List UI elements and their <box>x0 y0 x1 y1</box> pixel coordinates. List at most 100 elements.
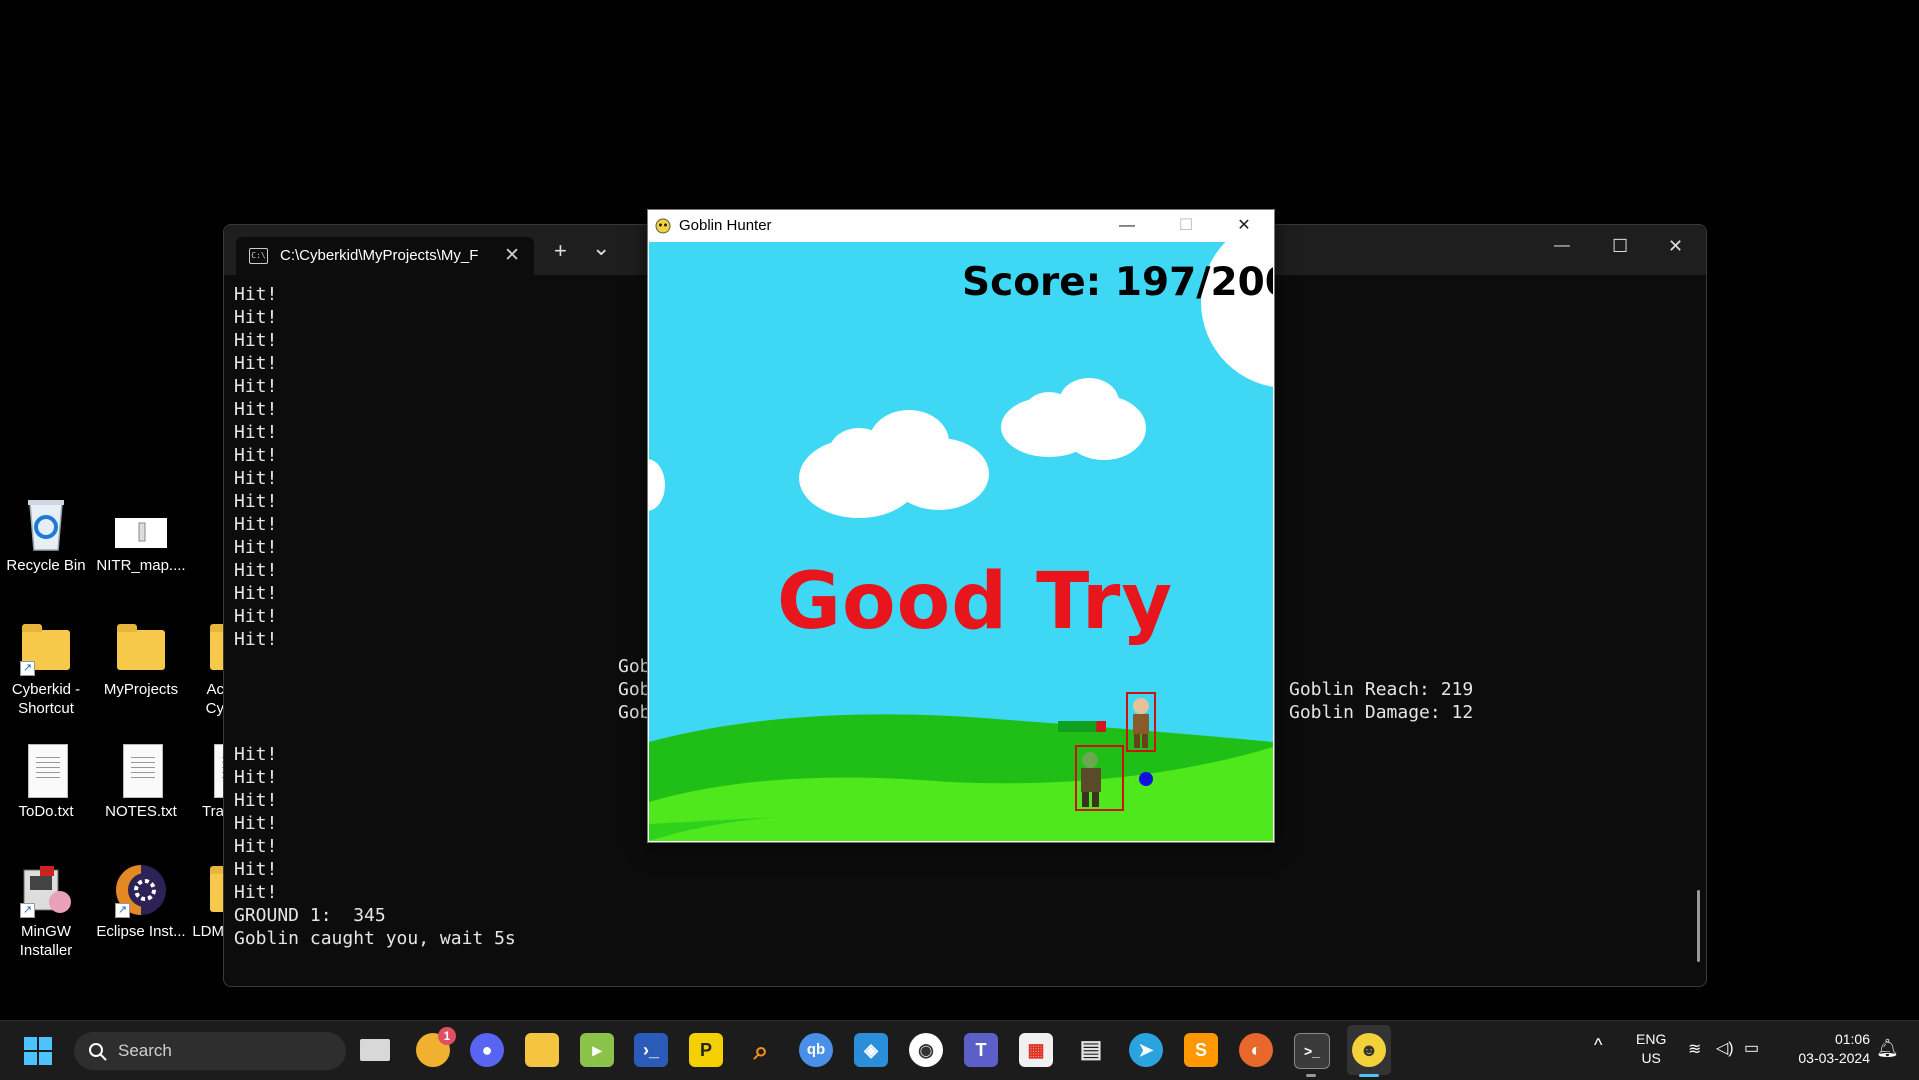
desktop-icon-todo[interactable]: ToDo.txt <box>1 742 91 821</box>
game-minimize-button[interactable]: — <box>1104 211 1150 241</box>
terminal-line: Hit! <box>234 813 278 834</box>
desktop-icon-label: MinGW Installer <box>19 923 73 959</box>
terminal-icon[interactable]: >_ <box>1294 1033 1330 1069</box>
terminal-line: Hit! <box>234 491 278 512</box>
terminal-line: Hit! <box>234 376 278 397</box>
desktop-icon-label: Cyberkid - Shortcut <box>11 681 81 717</box>
terminal-line: Gob <box>618 702 651 723</box>
terminal-line: Hit! <box>234 514 278 535</box>
desktop-icon-partial-folder[interactable]: Ac Cy <box>190 620 224 718</box>
maximize-button[interactable]: ☐ <box>1612 236 1628 257</box>
desktop-icon-eclipse-installer[interactable]: ↗ Eclipse Inst... <box>96 862 186 941</box>
terminal-tab[interactable]: C:\ C:\Cyberkid\MyProjects\My_F ✕ <box>236 237 534 275</box>
search-placeholder: Search <box>118 1041 172 1060</box>
terminal-line: Gob <box>618 679 651 700</box>
desktop-icon-label: Recycle Bin <box>6 557 86 574</box>
terminal-line: Hit! <box>234 422 278 443</box>
terminal-line: Hit! <box>234 560 278 581</box>
game-window[interactable]: Goblin Hunter — ☐ ✕ Score: 197/200 Good … <box>647 209 1275 843</box>
game-maximize-button[interactable]: ☐ <box>1163 211 1209 241</box>
language-code: ENG <box>1636 1031 1667 1047</box>
terminal-line: Hit! <box>234 284 278 305</box>
postman-icon[interactable]: P <box>689 1033 723 1067</box>
active-indicator <box>1359 1074 1379 1077</box>
desktop-icon-label: NITR_map.... <box>96 557 186 574</box>
folder-shortcut-icon: ↗ <box>20 620 72 676</box>
terminal-line: Hit! <box>234 583 278 604</box>
terminal-tab-title: C:\Cyberkid\MyProjects\My_F <box>280 247 479 264</box>
game-titlebar[interactable]: Goblin Hunter — ☐ ✕ <box>648 210 1274 241</box>
desktop-icon-recycle-bin[interactable]: Recycle Bin <box>1 496 91 575</box>
powershell-icon[interactable]: ›_ <box>634 1033 668 1067</box>
telegram-icon[interactable]: ➤ <box>1129 1033 1163 1067</box>
windows-start-icon[interactable] <box>24 1037 52 1065</box>
eclipse-installer-icon: ↗ <box>115 862 167 918</box>
score-text: Score: 197/200 <box>962 260 1273 305</box>
desktop-icon-cyberkid-shortcut[interactable]: ↗ Cyberkid - Shortcut <box>1 620 91 718</box>
terminal-line: Hit! <box>234 606 278 627</box>
installer-icon: ↗ <box>20 862 72 918</box>
chevron-up-icon[interactable]: ^ <box>1594 1035 1602 1056</box>
desktop-icon-label: Tra <box>202 803 224 820</box>
terminal-line: Hit! <box>234 537 278 558</box>
terminal-scrollbar[interactable] <box>1697 890 1700 962</box>
terminal-line: Hit! <box>234 353 278 374</box>
close-button[interactable]: ✕ <box>1668 236 1683 257</box>
sublime-text-icon[interactable]: S <box>1184 1033 1218 1067</box>
notepad-icon[interactable]: ▤ <box>1074 1033 1108 1067</box>
firefox-icon[interactable]: ◐ <box>1239 1033 1273 1067</box>
game-close-button[interactable]: ✕ <box>1221 211 1267 241</box>
close-tab-icon[interactable]: ✕ <box>504 244 520 267</box>
weather-icon[interactable]: 1 <box>416 1027 456 1067</box>
pygame-icon[interactable]: ☻ <box>1352 1033 1386 1067</box>
discord-icon[interactable]: ● <box>470 1033 504 1067</box>
terminal-line: GROUND 1: 345 <box>234 905 386 926</box>
battery-icon[interactable]: ▭ <box>1744 1038 1759 1058</box>
health-bar-fill <box>1058 721 1097 732</box>
desktop-icon-myprojects[interactable]: MyProjects <box>96 620 186 699</box>
teams-icon[interactable]: T <box>964 1033 998 1067</box>
search-icon <box>89 1043 107 1061</box>
running-indicator <box>1306 1074 1316 1077</box>
terminal-line: Hit! <box>234 767 278 788</box>
terminal-line: Goblin caught you, wait 5s <box>234 928 516 949</box>
game-canvas[interactable]: Score: 197/200 Good Try <box>649 242 1273 841</box>
game-over-message: Good Try <box>777 557 1174 647</box>
language-indicator[interactable]: ENG US <box>1636 1030 1666 1068</box>
terminal-line: Hit! <box>234 859 278 880</box>
search-tool-icon[interactable]: ⌕ <box>744 1033 778 1067</box>
desktop-icon-label: ToDo.txt <box>18 803 74 820</box>
image-file-icon <box>115 496 167 552</box>
network-app-icon[interactable]: ◈ <box>854 1033 888 1067</box>
terminal-line: Hit! <box>234 445 278 466</box>
task-view-icon[interactable] <box>360 1039 390 1061</box>
recycle-bin-icon <box>20 496 72 552</box>
terminal-line: Hit! <box>234 629 278 650</box>
minimize-button[interactable]: — <box>1554 237 1570 255</box>
tab-dropdown-button[interactable]: ⌄ <box>592 235 610 261</box>
notification-badge: 1 <box>438 1027 456 1045</box>
chrome-icon[interactable]: ◉ <box>909 1033 943 1067</box>
taskbar-search[interactable]: Search <box>74 1032 346 1070</box>
desktop-icon-partial-ldm[interactable]: LDM <box>190 862 224 941</box>
desktop-icon-mingw[interactable]: ↗ MinGW Installer <box>1 862 91 960</box>
volume-icon[interactable]: ◁) <box>1716 1038 1734 1058</box>
desktop-icon-label: NOTES.txt <box>105 803 177 820</box>
desktop-icon-notes[interactable]: NOTES.txt <box>96 742 186 821</box>
folder-icon <box>190 620 224 676</box>
terminal-line: Gob <box>618 656 651 677</box>
new-tab-button[interactable]: + <box>554 238 567 264</box>
pygame-icon <box>655 218 671 234</box>
bullet-projectile <box>1139 772 1153 786</box>
text-file-icon <box>20 742 72 798</box>
desktop-icon-partial-file[interactable]: Tra <box>190 742 224 821</box>
notification-bell-icon[interactable]: 🔔︎ <box>1876 1038 1899 1059</box>
desktop-icon-nitr-map[interactable]: NITR_map.... <box>96 496 186 575</box>
wifi-icon[interactable]: ≋ <box>1688 1039 1701 1059</box>
text-file-icon <box>190 742 224 798</box>
android-studio-icon[interactable]: ▸ <box>580 1033 614 1067</box>
clock[interactable]: 01:06 03-03-2024 <box>1784 1030 1870 1068</box>
qbittorrent-icon[interactable]: qb <box>799 1033 833 1067</box>
microsoft-store-icon[interactable]: ▦ <box>1019 1033 1053 1067</box>
file-explorer-icon[interactable] <box>525 1033 559 1067</box>
